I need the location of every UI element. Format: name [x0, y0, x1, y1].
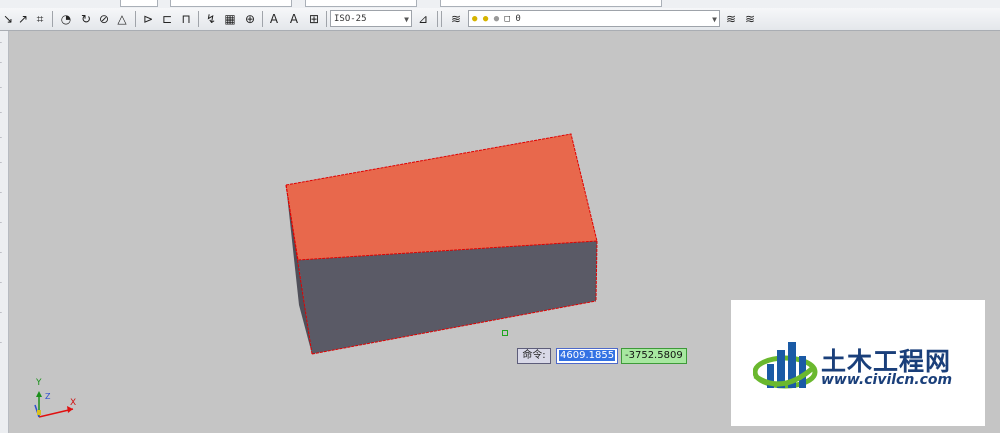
palette-tool-icon[interactable]: ·: [0, 161, 6, 167]
toolbar-combo-remnant: [440, 0, 662, 7]
toolbar-separator: [135, 11, 136, 27]
ucs-icon: [34, 391, 74, 418]
palette-tool-icon[interactable]: ·: [0, 86, 6, 92]
ucs-z-label: Z: [45, 392, 51, 401]
palette-tool-icon[interactable]: ·: [0, 281, 6, 287]
dimstyle-manager-icon[interactable]: ⊿: [415, 11, 431, 27]
leader-icon[interactable]: ↯: [203, 11, 219, 27]
grid-icon[interactable]: ▦: [222, 11, 238, 27]
palette-tool-icon[interactable]: ·: [0, 191, 6, 197]
main-toolbar: ↘ ↗ ⌗ ◔ ↻ ⊘ △ ⊳ ⊏ ⊓ ↯ ▦ ⊕ A A ⊞ ISO-25 ▼…: [0, 8, 1000, 31]
measure-icon[interactable]: ⊳: [140, 11, 156, 27]
palette-tool-icon[interactable]: ·: [0, 341, 6, 347]
layer-value: 0: [515, 14, 521, 24]
layer-combo[interactable]: ● ● ● □ 0 ▼: [468, 10, 720, 27]
left-tool-palette: · · · · · · · · · · · ·: [0, 31, 9, 433]
palette-tool-icon[interactable]: ·: [0, 41, 6, 47]
table-icon[interactable]: ⊞: [306, 11, 322, 27]
angle-icon[interactable]: △: [114, 11, 130, 27]
toolbar-separator: [262, 11, 263, 27]
command-prompt-label: 命令:: [517, 348, 551, 364]
lightbulb-icon: ●: [472, 14, 478, 24]
toolbar-separator: [441, 11, 442, 27]
arc-icon[interactable]: ↗: [15, 11, 31, 27]
toolbar-separator: [52, 11, 53, 27]
layer-states-icon[interactable]: ≋: [742, 11, 758, 27]
palette-tool-icon[interactable]: ·: [0, 251, 6, 257]
chevron-down-icon: ▼: [404, 15, 409, 24]
line-icon[interactable]: ↘: [0, 11, 16, 27]
watermark: 土木工程网 www.civilcn.com: [731, 300, 985, 426]
dimstyle-value: ISO-25: [334, 14, 367, 24]
target-icon[interactable]: ⊕: [242, 11, 258, 27]
palette-tool-icon[interactable]: ·: [0, 311, 6, 317]
toolbar-separator: [326, 11, 327, 27]
toolbar-combo-remnant: [305, 0, 417, 7]
box-front-face: [298, 241, 597, 354]
baseline-icon[interactable]: ⊓: [178, 11, 194, 27]
palette-tool-icon[interactable]: ·: [0, 221, 6, 227]
color-icon: □: [504, 14, 510, 24]
offset-icon[interactable]: ⊘: [96, 11, 112, 27]
toolbar-separator: [198, 11, 199, 27]
x-coordinate-value: 4609.1855: [559, 350, 616, 361]
dimension-icon[interactable]: ⌗: [32, 11, 48, 27]
circle-icon[interactable]: ◔: [58, 11, 74, 27]
toolbar-separator: [437, 11, 438, 27]
align-icon[interactable]: ⊏: [159, 11, 175, 27]
rotate-icon[interactable]: ↻: [78, 11, 94, 27]
palette-tool-icon[interactable]: ·: [0, 136, 6, 142]
layer-previous-icon[interactable]: ≋: [723, 11, 739, 27]
layer-manager-icon[interactable]: ≋: [448, 11, 464, 27]
ucs-y-label: Y: [36, 378, 42, 388]
lock-icon: ●: [493, 14, 500, 24]
palette-tool-icon[interactable]: ·: [0, 61, 6, 67]
ucs-x-label: X: [70, 398, 77, 408]
multiline-text-icon[interactable]: A: [266, 11, 282, 27]
watermark-url: www.civilcn.com: [821, 372, 953, 388]
palette-tool-icon[interactable]: ·: [0, 111, 6, 117]
sun-icon: ●: [482, 14, 489, 24]
snap-marker: [502, 330, 508, 336]
toolbar-combo-remnant: [170, 0, 292, 7]
toolbar-combo-remnant: [120, 0, 158, 7]
box-top-face: [286, 134, 597, 260]
x-coordinate-input[interactable]: 4609.1855: [556, 348, 618, 364]
y-coordinate-input[interactable]: -3752.5809: [621, 348, 687, 364]
chevron-down-icon: ▼: [712, 15, 717, 24]
dimstyle-combo[interactable]: ISO-25 ▼: [330, 10, 412, 27]
single-text-icon[interactable]: A: [286, 11, 302, 27]
